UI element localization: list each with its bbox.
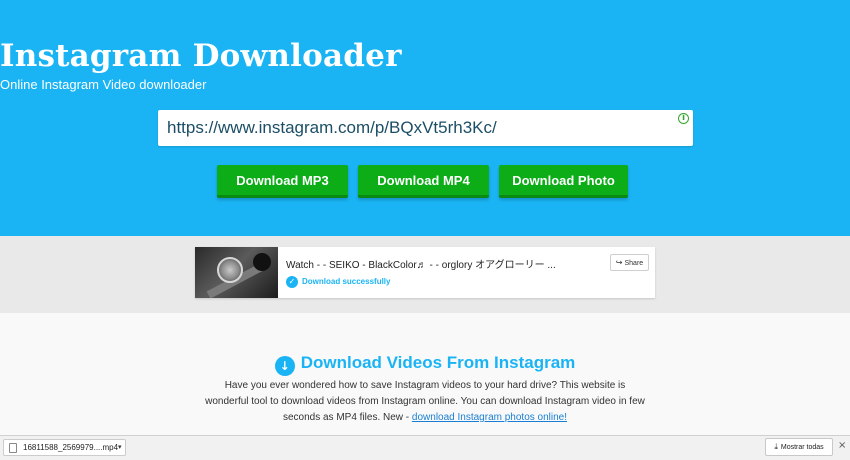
download-item[interactable]: 16811588_2569979....mp4 ▾ — [3, 439, 126, 456]
download-status: Download successfully — [302, 277, 391, 286]
section-description: Have you ever wondered how to save Insta… — [205, 378, 645, 426]
download-mp4-button[interactable]: Download MP4 — [358, 165, 489, 198]
section-title-text: Download Videos From Instagram — [300, 353, 576, 372]
share-button[interactable]: ↪ Share — [610, 254, 649, 271]
download-file-name: 16811588_2569979....mp4 — [23, 443, 119, 452]
page-title: Instagram Downloader — [0, 38, 402, 74]
show-all-downloads-button[interactable]: ⤓ Mostrar todas — [765, 438, 833, 456]
share-icon: ↪ — [615, 258, 623, 267]
share-label: Share — [624, 260, 644, 267]
download-photo-button[interactable]: Download Photo — [499, 165, 628, 198]
thumbnail-object — [253, 253, 271, 271]
show-all-label: Mostrar todas — [780, 444, 824, 451]
file-icon — [9, 443, 17, 453]
photos-link[interactable]: download Instagram photos online! — [412, 412, 567, 423]
download-arrow-icon: ⤓ — [774, 442, 778, 451]
result-title: Watch - - SEIKO - BlackColor♬ - - orglor… — [286, 260, 556, 271]
thumbnail-watch — [217, 257, 243, 283]
page-subtitle: Online Instagram Video downloader — [0, 77, 207, 92]
video-thumbnail[interactable] — [195, 247, 278, 298]
browser-download-bar — [0, 435, 850, 460]
download-mp3-button[interactable]: Download MP3 — [217, 165, 348, 198]
url-input[interactable] — [158, 110, 658, 146]
info-circle-icon[interactable]: i — [678, 113, 689, 124]
download-circle-icon: ↓ — [274, 356, 295, 376]
check-circle-icon: ✓ — [286, 276, 298, 288]
chevron-down-icon[interactable]: ▾ — [118, 443, 122, 451]
url-input-box: i — [158, 110, 693, 146]
result-card: Watch - - SEIKO - BlackColor♬ - - orglor… — [195, 247, 655, 298]
close-icon[interactable]: × — [838, 440, 846, 451]
section-title: ↓ Download Videos From Instagram — [0, 353, 850, 376]
